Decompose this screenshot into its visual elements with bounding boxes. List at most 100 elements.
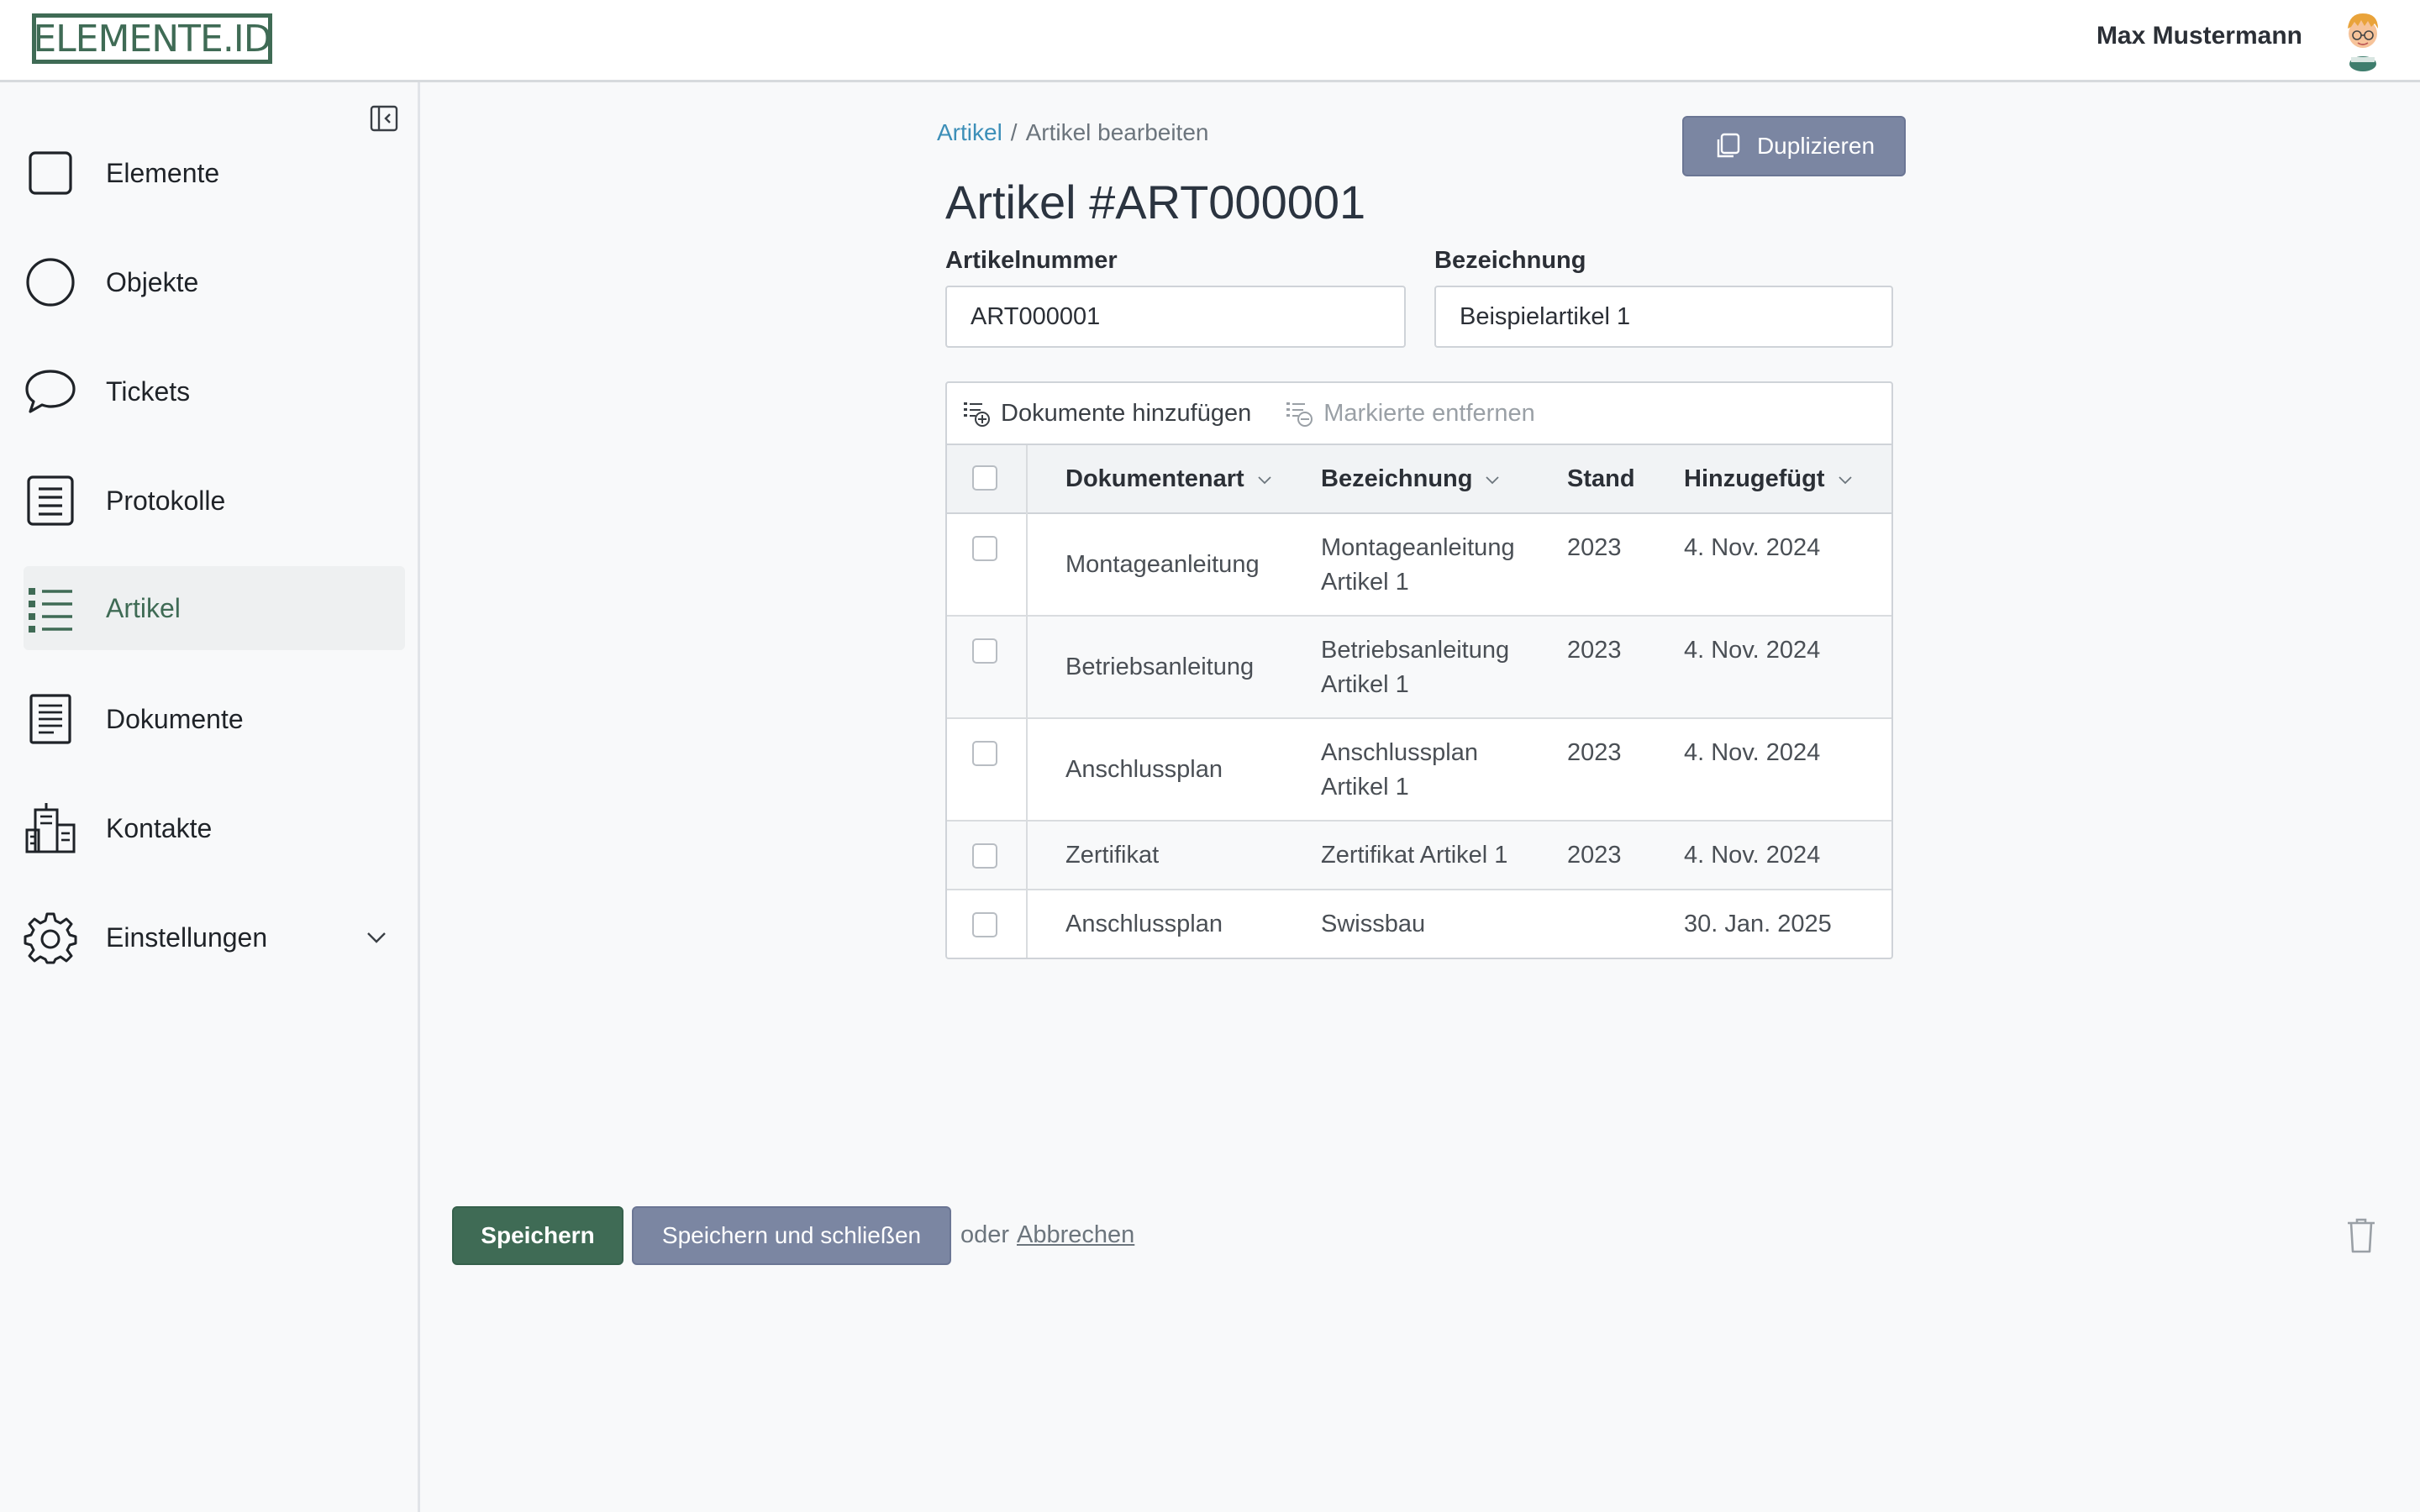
breadcrumb-current: Artikel bearbeiten xyxy=(1025,119,1209,145)
table-header: Dokumentenart Bezeichnung Stand Hinzugef… xyxy=(947,445,1891,514)
cell-type: Betriebsanleitung xyxy=(1065,654,1255,680)
column-header-stand[interactable]: Stand xyxy=(1567,465,1635,493)
or-text: oder xyxy=(960,1221,1010,1248)
sidebar-item-einstellungen[interactable]: Einstellungen xyxy=(24,895,405,979)
cell-added: 4. Nov. 2024 xyxy=(1684,637,1821,664)
table-row[interactable]: Zertifikat Zertifikat Artikel 1 2023 4. … xyxy=(947,822,1891,890)
sidebar-item-label: Protokolle xyxy=(106,485,226,516)
remove-list-icon xyxy=(1286,402,1313,427)
column-header-bezeichnung[interactable]: Bezeichnung xyxy=(1321,465,1501,493)
buildings-icon xyxy=(25,803,76,853)
add-documents-label: Dokumente hinzufügen xyxy=(1001,399,1252,427)
user-name[interactable]: Max Mustermann xyxy=(2096,22,2302,50)
chevron-down-icon[interactable] xyxy=(365,926,388,949)
sidebar-item-objekte[interactable]: Objekte xyxy=(24,240,405,324)
cell-added: 4. Nov. 2024 xyxy=(1684,739,1821,766)
sidebar-item-label: Einstellungen xyxy=(106,921,268,953)
breadcrumb-separator: / xyxy=(1010,119,1018,145)
add-documents-button[interactable]: Dokumente hinzufügen xyxy=(962,399,1251,428)
documents-table: Dokumente hinzufügen Markierte entfernen… xyxy=(945,381,1893,959)
row-checkbox[interactable] xyxy=(972,843,997,869)
sidebar-item-label: Tickets xyxy=(106,375,191,407)
sidebar-item-label: Elemente xyxy=(106,157,220,188)
speech-bubble-icon xyxy=(25,370,76,413)
add-list-icon xyxy=(964,402,990,427)
save-button[interactable]: Speichern xyxy=(452,1206,623,1265)
cell-name: Betriebsanleitung Artikel 1 xyxy=(1321,633,1509,702)
breadcrumb-link-artikel[interactable]: Artikel xyxy=(937,119,1002,145)
circle-icon xyxy=(26,258,75,307)
sidebar-item-label: Dokumente xyxy=(106,703,244,734)
cell-name: Zertifikat Artikel 1 xyxy=(1321,842,1508,869)
cell-type: Anschlussplan xyxy=(1065,756,1223,783)
gear-icon xyxy=(24,912,77,964)
cell-name-line: Artikel 1 xyxy=(1321,774,1409,801)
cell-name-line: Artikel 1 xyxy=(1321,569,1409,596)
sidebar-item-tickets[interactable]: Tickets xyxy=(24,349,405,433)
article-number-label: Artikelnummer xyxy=(945,247,1118,274)
chevron-down-icon xyxy=(1258,475,1271,484)
sidebar: Elemente Objekte Tickets Protokolle Arti… xyxy=(0,82,420,1512)
copy-icon xyxy=(1717,133,1740,158)
sidebar-item-label: Objekte xyxy=(106,266,199,297)
trash-icon[interactable] xyxy=(2344,1216,2378,1255)
sidebar-item-protokolle[interactable]: Protokolle xyxy=(24,459,405,543)
bulleted-list-icon xyxy=(29,588,72,633)
square-icon xyxy=(29,151,72,195)
column-header-hinzugefuegt[interactable]: Hinzugefügt xyxy=(1684,465,1854,493)
cell-name: Anschlussplan Artikel 1 xyxy=(1321,736,1478,805)
remove-marked-label: Markierte entfernen xyxy=(1323,399,1535,427)
row-checkbox[interactable] xyxy=(972,638,997,664)
cell-name-line: Artikel 1 xyxy=(1321,671,1409,698)
sidebar-item-label: Kontakte xyxy=(106,812,213,843)
app-logo[interactable]: ELEMENTE.ID xyxy=(32,13,272,64)
document-icon xyxy=(29,694,71,744)
sidebar-item-elemente[interactable]: Elemente xyxy=(24,131,405,215)
chevron-down-icon xyxy=(1838,475,1852,484)
cell-type: Montageanleitung xyxy=(1065,551,1260,578)
breadcrumb: Artikel / Artikel bearbeiten xyxy=(937,119,1208,146)
column-header-label: Dokumentenart xyxy=(1065,465,1244,492)
table-row[interactable]: Montageanleitung Montageanleitung Artike… xyxy=(947,514,1891,617)
table-row[interactable]: Anschlussplan Swissbau 30. Jan. 2025 xyxy=(947,890,1891,958)
row-checkbox[interactable] xyxy=(972,741,997,766)
column-header-label: Hinzugefügt xyxy=(1684,465,1825,492)
list-document-icon xyxy=(27,475,74,526)
column-header-dokumentenart[interactable]: Dokumentenart xyxy=(1065,465,1273,493)
sidebar-item-kontakte[interactable]: Kontakte xyxy=(24,786,405,870)
cell-stand: 2023 xyxy=(1567,842,1622,869)
cell-stand: 2023 xyxy=(1567,534,1622,561)
sidebar-collapse-icon[interactable] xyxy=(370,104,398,133)
table-row[interactable]: Betriebsanleitung Betriebsanleitung Arti… xyxy=(947,617,1891,719)
cell-name-line: Montageanleitung xyxy=(1321,534,1515,561)
cell-stand: 2023 xyxy=(1567,739,1622,766)
chevron-down-icon xyxy=(1486,475,1500,484)
cell-added: 4. Nov. 2024 xyxy=(1684,534,1821,561)
remove-marked-button[interactable]: Markierte entfernen xyxy=(1285,399,1535,428)
cell-name: Swissbau xyxy=(1321,911,1426,937)
column-header-label: Bezeichnung xyxy=(1321,465,1473,492)
row-checkbox[interactable] xyxy=(972,536,997,561)
cell-type: Zertifikat xyxy=(1065,842,1160,869)
save-and-close-button[interactable]: Speichern und schließen xyxy=(632,1206,951,1265)
article-number-field[interactable]: ART000001 xyxy=(945,286,1406,348)
cell-added: 30. Jan. 2025 xyxy=(1684,911,1832,937)
row-checkbox[interactable] xyxy=(972,912,997,937)
sidebar-item-dokumente[interactable]: Dokumente xyxy=(24,677,405,761)
cell-name-line: Betriebsanleitung xyxy=(1321,637,1510,664)
documents-toolbar: Dokumente hinzufügen Markierte entfernen xyxy=(947,383,1891,445)
designation-field[interactable]: Beispielartikel 1 xyxy=(1434,286,1893,348)
page-title: Artikel #ART000001 xyxy=(945,176,1366,228)
designation-label: Bezeichnung xyxy=(1434,247,1586,274)
cell-name-line: Anschlussplan xyxy=(1321,739,1478,766)
duplicate-button[interactable]: Duplizieren xyxy=(1682,116,1906,176)
select-all-checkbox[interactable] xyxy=(972,465,997,491)
checkbox-column-divider xyxy=(1026,445,1028,958)
user-avatar[interactable] xyxy=(2339,8,2386,72)
cell-name: Montageanleitung Artikel 1 xyxy=(1321,531,1515,600)
table-row[interactable]: Anschlussplan Anschlussplan Artikel 1 20… xyxy=(947,719,1891,822)
sidebar-item-artikel[interactable]: Artikel xyxy=(24,566,405,650)
cell-added: 4. Nov. 2024 xyxy=(1684,842,1821,869)
sidebar-item-label: Artikel xyxy=(106,592,181,623)
cancel-link[interactable]: Abbrechen xyxy=(1017,1221,1134,1249)
